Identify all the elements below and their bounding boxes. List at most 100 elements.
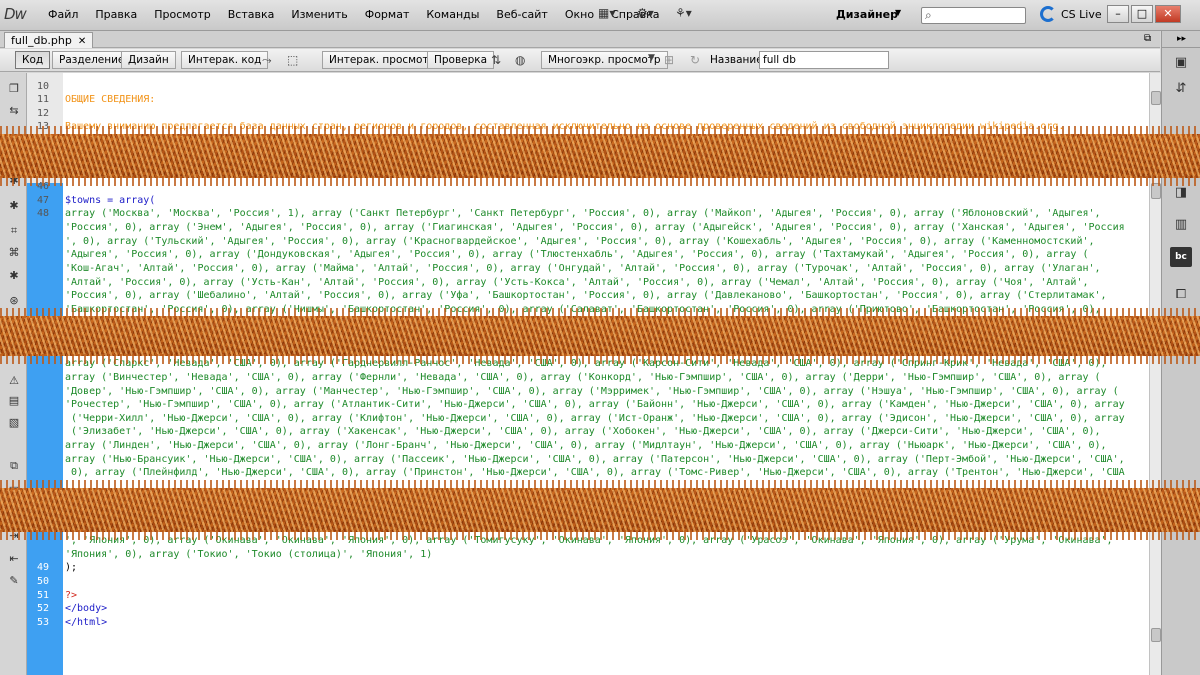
workspace-switcher[interactable]: Дизайнер — [836, 8, 898, 21]
code-line-array-data: array ('Линден', 'Нью-Джерси', 'США', 0)… — [65, 440, 1107, 451]
code-line-array-data: array ('Нью-Брансуик', 'Нью-Джерси', 'СШ… — [65, 454, 1125, 465]
code-line-array-data: 'Адыгея', 'Россия', 0), array ('Дондуков… — [65, 249, 1089, 260]
code-line-array-declaration: $towns = array( — [65, 194, 155, 208]
format-source-code-icon[interactable]: ✎ — [6, 573, 22, 589]
menu-item-file[interactable]: Файл — [48, 8, 78, 21]
code-line-close-paren: ); — [65, 562, 78, 573]
code-line-php-close: ?> — [65, 590, 78, 601]
menu-bar: Файл Правка Просмотр Вставка Изменить Фо… — [48, 8, 677, 21]
maximize-button[interactable]: □ — [1131, 5, 1153, 23]
line-number: 52 — [36, 603, 49, 614]
line-number: 12 — [36, 108, 49, 119]
browser-preview-icon[interactable]: ◍ — [515, 53, 525, 67]
snippets-icon[interactable]: ▥ — [1170, 215, 1192, 235]
visual-aids-icon[interactable]: ⊞ — [664, 53, 674, 67]
code-line-array-data: 'Россия', 0), array ('Энем', 'Адыгея', '… — [65, 222, 1125, 233]
balance-braces-icon[interactable]: ⌘ — [6, 245, 22, 261]
document-tabs: full_db.php ✕ ⧉ — [0, 31, 1160, 48]
line-numbers-icon[interactable]: ✱ — [6, 268, 22, 284]
line-number: 11 — [36, 94, 49, 105]
code-line-array-data: ('Элизабет', 'Нью-Джерси', 'США', 0), ar… — [65, 426, 1101, 437]
title-label: Название: — [710, 54, 767, 66]
torn-band-overlay — [0, 126, 1200, 186]
highlight-invalid-icon[interactable]: ⊛ — [6, 293, 22, 309]
code-line-array-data: 'Кош-Агач', 'Алтай', 'Россия', 0), array… — [65, 263, 1101, 274]
array-keyword-token: = array( — [101, 195, 156, 206]
app-logo: Dw — [4, 5, 27, 23]
outdent-code-icon[interactable]: ⇤ — [6, 551, 22, 567]
menu-item-format[interactable]: Формат — [365, 8, 410, 21]
code-line-array-data: 'Довер', 'Нью-Гэмпшир', 'США', 0), array… — [65, 386, 1119, 397]
remove-comment-icon[interactable]: ▧ — [6, 415, 22, 431]
extend-gear-icon[interactable]: ⚙▾ — [637, 6, 654, 24]
menu-item-window[interactable]: Окно — [565, 8, 594, 21]
line-number: 51 — [36, 590, 49, 601]
wrap-tag-icon[interactable]: ⧉ — [6, 458, 22, 474]
check-button[interactable]: Проверка — [427, 51, 495, 69]
torn-band-overlay — [0, 480, 1200, 540]
search-icon: ⌕ — [925, 8, 932, 22]
live-code-button[interactable]: Интерак. код — [181, 51, 269, 69]
show-code-navigator-icon[interactable]: ⇆ — [6, 103, 22, 119]
line-number: 48 — [36, 208, 49, 219]
line-number: 53 — [36, 617, 49, 628]
line-number: 47 — [36, 195, 49, 206]
scrollbar-thumb[interactable] — [1151, 628, 1161, 642]
site-tree-icon[interactable]: ⚘▾ — [675, 6, 692, 24]
cs-live-icon[interactable] — [1040, 6, 1056, 22]
menu-item-view[interactable]: Просмотр — [154, 8, 210, 21]
refresh-icon[interactable]: ↻ — [690, 53, 700, 67]
code-view-button[interactable]: Код — [15, 51, 51, 69]
search-input[interactable]: ⌕ — [921, 7, 1026, 24]
layout-icon[interactable]: ▦▾ — [598, 6, 615, 24]
code-line-array-data: 0), array ('Плейнфилд', 'Нью-Джерси', 'С… — [65, 467, 1125, 478]
files-panel-icon[interactable]: ⧠ — [1170, 285, 1192, 305]
insert-panel-icon[interactable]: ▣ — [1170, 53, 1192, 73]
live-options-icon[interactable]: ⬚ — [287, 53, 298, 67]
cs-live-button[interactable]: CS Live — [1061, 8, 1102, 21]
close-button[interactable]: ✕ — [1155, 5, 1181, 23]
code-line-array-data: 'Россия', 0), array ('Шебалино', 'Алтай'… — [65, 290, 1107, 301]
code-line-array-data: 'Алтай', 'Россия', 0), array ('Усть-Кан'… — [65, 277, 1089, 288]
design-view-button[interactable]: Дизайн — [121, 51, 176, 69]
select-parent-tag-icon[interactable]: ⌗ — [6, 223, 22, 239]
file-management-icon[interactable]: ⇅ — [491, 53, 501, 67]
menu-item-commands[interactable]: Команды — [426, 8, 479, 21]
close-icon[interactable]: ✕ — [78, 36, 86, 47]
syntax-error-icon[interactable]: ⚠ — [6, 373, 22, 389]
chevron-down-icon[interactable]: ▼ — [895, 8, 901, 17]
line-number: 49 — [36, 562, 49, 573]
code-line-array-data: ('Черри-Хилл', 'Нью-Джерси', 'США', 0), … — [65, 413, 1125, 424]
scrollbar-thumb[interactable] — [1151, 91, 1161, 105]
chevron-down-icon[interactable]: ▼ — [648, 53, 655, 63]
live-view-button[interactable]: Интерак. просмотр — [322, 51, 443, 69]
restore-icon[interactable]: ⧉ — [1144, 33, 1151, 44]
code-line-comment: ОБЩИЕ СВЕДЕНИЯ: — [65, 94, 156, 105]
code-line-array-data: 'Япония', 0), array ('Токио', 'Токио (ст… — [65, 549, 433, 560]
document-tab-label: full_db.php — [11, 34, 72, 47]
variable-token: $towns — [65, 195, 102, 206]
document-tab[interactable]: full_db.php ✕ — [4, 32, 94, 48]
code-line-html-close: </html> — [65, 617, 108, 628]
minimize-button[interactable]: – — [1107, 5, 1129, 23]
menu-item-modify[interactable]: Изменить — [291, 8, 347, 21]
properties-panel-icon[interactable]: ⇵ — [1170, 79, 1192, 99]
title-bar: Dw Файл Правка Просмотр Вставка Изменить… — [0, 0, 1200, 31]
expand-all-icon[interactable]: ✱ — [6, 198, 22, 214]
panel-dock-collapse-icon[interactable]: ▸▸ — [1162, 31, 1200, 48]
business-catalyst-icon[interactable]: bc — [1170, 247, 1192, 267]
apply-comment-icon[interactable]: ▤ — [6, 393, 22, 409]
inspect-icon[interactable]: ⤳ — [262, 53, 272, 68]
split-view-button[interactable]: Разделение — [52, 51, 132, 69]
line-number: 10 — [36, 81, 49, 92]
menu-item-site[interactable]: Веб-сайт — [496, 8, 547, 21]
document-toolbar: Код Разделение Дизайн Интерак. код ⤳ ⬚ И… — [0, 49, 1160, 72]
menu-item-edit[interactable]: Правка — [95, 8, 137, 21]
open-documents-icon[interactable]: ❐ — [6, 81, 22, 97]
title-input[interactable] — [759, 51, 889, 69]
ap-elements-icon[interactable]: ◨ — [1170, 183, 1192, 203]
code-line-array-data: 'Рочестер', 'Нью-Гэмпшир', 'США', 0), ar… — [65, 399, 1125, 410]
torn-band-overlay — [0, 308, 1200, 364]
code-line-array-data: ', 0), array ('Тульский', 'Адыгея', 'Рос… — [65, 236, 1095, 247]
menu-item-insert[interactable]: Вставка — [228, 8, 275, 21]
